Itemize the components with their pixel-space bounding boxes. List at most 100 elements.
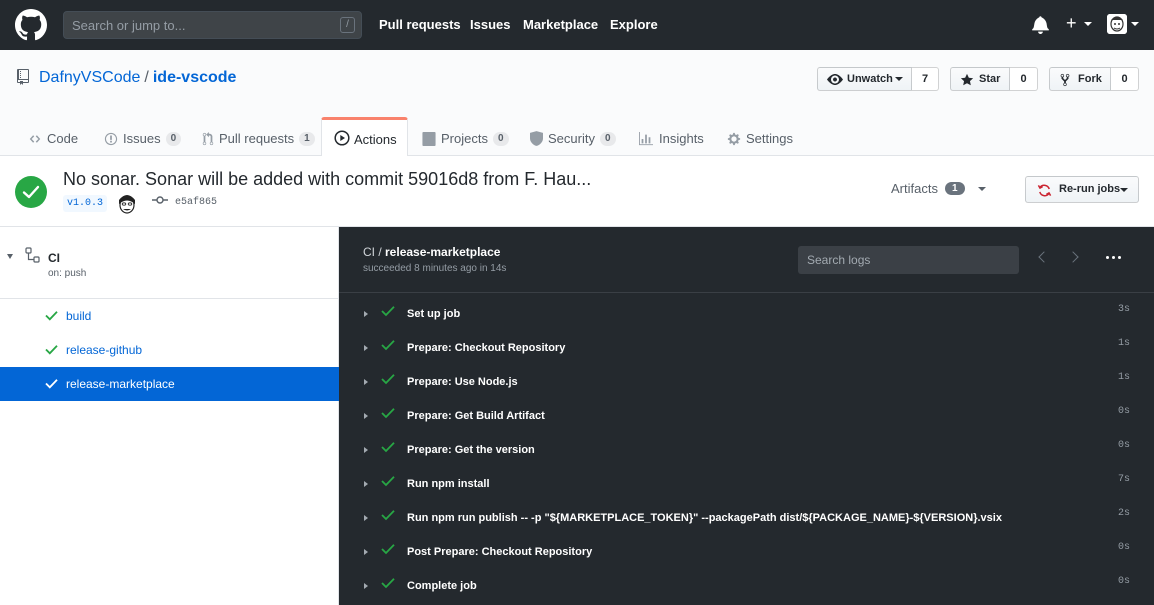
rerun-jobs-button[interactable]: Re-run jobs [1025,176,1139,203]
branch-tag[interactable]: v1.0.3 [63,195,108,212]
log-step-row[interactable]: Run npm run publish -- -p "${MARKETPLACE… [339,502,1154,536]
log-step-duration: 1s [1117,372,1130,383]
repo-name-link[interactable]: ide-vscode [153,69,237,86]
nav-explore[interactable]: Explore [610,17,658,32]
check-icon [381,408,395,419]
search-input[interactable]: Search or jump to... / [63,11,362,39]
tab-issues[interactable]: Issues 0 [104,131,182,146]
check-icon [45,311,58,321]
job-label: release-github [66,343,143,357]
tab-issues-label: Issues [123,131,161,146]
log-step-row[interactable]: Prepare: Checkout Repository 1s [339,332,1154,366]
check-icon [381,544,395,555]
tab-code[interactable]: Code [28,131,78,146]
star-button[interactable]: Star [950,67,1010,91]
nav-issues[interactable]: Issues [470,17,510,32]
check-icon [381,578,395,589]
create-chevron-down-icon[interactable] [1084,22,1092,26]
expand-chevron-right-icon[interactable] [364,413,368,419]
tab-insights[interactable]: Insights [638,131,704,146]
expand-chevron-right-icon[interactable] [364,549,368,555]
tab-pull-requests[interactable]: Pull requests 1 [202,131,315,146]
log-step-label: Run npm install [407,478,490,490]
sync-icon [1037,184,1052,197]
expand-chevron-right-icon[interactable] [364,379,368,385]
workflow-name[interactable]: CI [48,251,60,265]
fork-count[interactable]: 0 [1111,67,1139,91]
job-label: build [66,309,92,323]
commit-icon [152,196,168,204]
bell-icon[interactable] [1032,15,1049,34]
expand-chevron-right-icon[interactable] [364,481,368,487]
log-step-row[interactable]: Run npm install 7s [339,468,1154,502]
tab-settings[interactable]: Settings [727,131,793,146]
tab-security[interactable]: Security 0 [530,131,616,146]
tab-pull-requests-count: 1 [299,131,315,146]
job-item-release-marketplace[interactable]: release-marketplace [0,367,339,401]
issue-icon [104,132,118,145]
check-icon [22,185,40,199]
unwatch-button[interactable]: Unwatch [817,67,912,91]
expand-chevron-right-icon[interactable] [364,515,368,521]
repo-title: DafnyVSCode / ide-vscode [39,69,236,87]
github-logo-icon[interactable] [15,9,47,41]
log-step-row[interactable]: Prepare: Get Build Artifact 0s [339,400,1154,434]
unwatch-label: Unwatch [847,73,893,85]
fork-label: Fork [1078,73,1102,85]
expand-chevron-right-icon[interactable] [364,447,368,453]
tab-actions[interactable]: Actions [321,117,408,157]
job-item-release-github[interactable]: release-github [0,333,339,367]
tab-projects[interactable]: Projects 0 [422,131,509,146]
tab-settings-label: Settings [746,131,793,146]
job-log-panel: CI / release-marketplace succeeded 8 min… [339,227,1154,605]
play-icon [334,130,350,146]
log-step-label: Post Prepare: Checkout Repository [407,546,593,558]
user-avatar[interactable] [1107,14,1127,34]
nav-marketplace[interactable]: Marketplace [523,17,598,32]
user-menu-chevron-down-icon[interactable] [1131,22,1139,26]
log-step-label: Prepare: Get the version [407,444,535,456]
check-icon [45,379,58,389]
expand-chevron-right-icon[interactable] [364,583,368,589]
expand-chevron-right-icon[interactable] [364,311,368,317]
expand-chevron-right-icon[interactable] [364,345,368,351]
artifacts-label: Artifacts [891,181,938,196]
fork-button[interactable]: Fork [1049,67,1111,91]
artifacts-dropdown[interactable]: Artifacts 1 [891,181,986,196]
next-result-icon[interactable] [1067,251,1079,263]
more-options-icon[interactable] [1106,256,1121,259]
workflow-collapse-chevron-icon[interactable] [7,254,13,259]
log-step-duration: 0s [1117,406,1130,417]
tab-code-label: Code [47,131,79,146]
commit-sha-link[interactable]: e5af865 [175,197,217,208]
log-step-row[interactable]: Complete job 0s [339,570,1154,604]
previous-result-icon[interactable] [1038,251,1050,263]
workflow-icon [25,247,40,263]
log-step-duration: 2s [1117,508,1130,519]
search-placeholder: Search or jump to... [72,18,186,33]
success-status-icon [15,176,47,208]
create-new-icon[interactable]: + [1066,14,1077,32]
run-title: No sonar. Sonar will be added with commi… [63,169,592,189]
star-icon [960,73,974,86]
log-step-label: Complete job [407,580,477,592]
log-step-row[interactable]: Prepare: Get the version 0s [339,434,1154,468]
global-header: Search or jump to... / Pull requests Iss… [0,0,1154,50]
tab-projects-label: Projects [441,131,488,146]
check-icon [381,510,395,521]
log-step-row[interactable]: Post Prepare: Checkout Repository 0s [339,536,1154,570]
workflow-sidebar: CI on: push build release-github release… [0,227,339,605]
log-step-row[interactable]: Set up job 3s [339,298,1154,332]
log-subtitle: succeeded 8 minutes ago in 14s [363,263,507,274]
repo-owner-link[interactable]: DafnyVSCode [39,69,140,86]
watch-count[interactable]: 7 [912,67,939,91]
nav-pull-requests[interactable]: Pull requests [379,17,461,32]
log-step-row[interactable]: Prepare: Use Node.js 1s [339,366,1154,400]
author-avatar[interactable] [116,191,138,215]
search-logs-input[interactable]: Search logs [798,246,1019,274]
graph-icon [639,131,653,145]
star-count[interactable]: 0 [1010,67,1038,91]
check-icon [45,345,58,355]
workflow-run-header: No sonar. Sonar will be added with commi… [0,156,1154,227]
job-item-build[interactable]: build [0,299,339,333]
